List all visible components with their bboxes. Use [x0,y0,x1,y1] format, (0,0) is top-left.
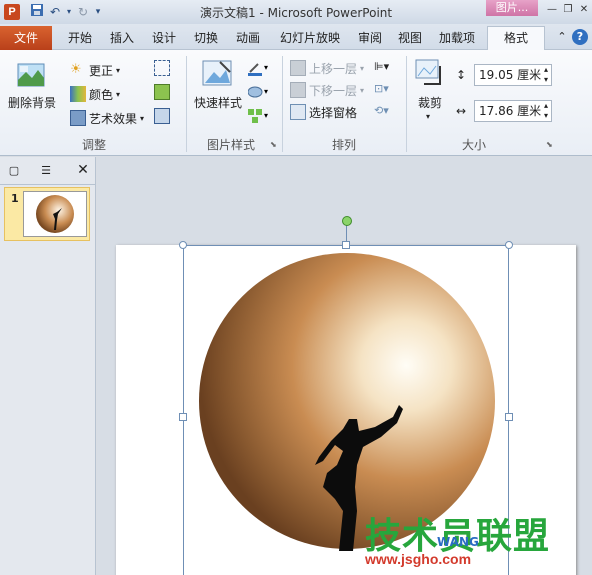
rotate-icon[interactable]: ⟲▾ [374,104,398,120]
picture-effects-icon[interactable]: ▾ [247,84,270,100]
width-value: 17.86 厘米 [479,104,542,118]
bring-forward-button[interactable]: 上移一层 ▾ [290,58,364,78]
selection-pane-button[interactable]: 选择窗格 [290,102,357,122]
tab-format[interactable]: 格式 [487,26,545,51]
artistic-effects-label: 艺术效果 [89,111,138,126]
watermark-url: www.jsgho.com [365,551,472,567]
arrange-group-label: 排列 [331,138,356,152]
tab-slideshow[interactable]: 幻灯片放映 [272,28,348,48]
quick-styles-icon[interactable] [200,58,234,90]
picture-styles-dialog-launcher-icon[interactable]: ⬊ [270,140,278,149]
picture-styles-group-label: 图片样式 [206,138,255,152]
reset-picture-icon[interactable] [154,108,170,124]
picture-layout-icon[interactable]: ▾ [248,108,270,124]
width-input[interactable]: 17.86 厘米 ▴ ▾ [474,100,552,122]
outline-tab-icon[interactable]: ☰ [36,162,56,180]
tab-view[interactable]: 视图 [392,28,428,48]
sun-icon: ☀ [70,62,82,77]
restore-icon[interactable]: ❐ [561,3,575,17]
artistic-effects-icon [70,110,86,126]
color-label: 颜色 [89,87,114,102]
svg-text:▾: ▾ [264,87,268,96]
tab-transitions[interactable]: 切换 [188,28,224,48]
group-objects-icon[interactable]: ⊡▾ [374,82,398,98]
quick-styles-button[interactable]: 快速样式 [190,94,246,111]
width-spinner-icon[interactable]: ▴ ▾ [544,101,548,121]
picture-tools-context-label: 图片... [486,0,538,16]
tab-home[interactable]: 开始 [62,28,98,48]
send-backward-label: 下移一层 [309,83,358,98]
width-icon: ↔ [456,104,467,118]
crop-icon[interactable] [414,58,448,90]
redo-icon[interactable]: ↻ [74,3,92,21]
slide-editor: 技术员联盟 WANG www.jsgho.com [97,157,592,575]
size-group-label: 大小 [461,138,486,152]
height-input[interactable]: 19.05 厘米 ▴ ▾ [474,64,552,86]
color-palette-icon [70,86,86,102]
resize-handle-left[interactable] [179,413,187,421]
align-icon[interactable]: ⊫▾ [374,60,398,76]
artistic-effects-button[interactable]: 艺术效果 ▾ [70,108,144,128]
bring-forward-icon [290,60,306,76]
height-spinner-icon[interactable]: ▴ ▾ [544,65,548,85]
ribbon-format: 删除背景 ☀ 更正 ▾ 颜色 ▾ 艺术效果 ▾ 调整 快速样式 ▾ ▾ ▾ 图片样式 … [0,50,592,156]
size-dialog-launcher-icon[interactable]: ⬊ [546,140,554,149]
remove-background-icon[interactable] [16,60,46,90]
tab-animations[interactable]: 动画 [230,28,266,48]
slide-number: 1 [11,192,19,205]
resize-handle-top-right[interactable] [505,241,513,249]
close-icon[interactable]: ✕ [577,3,591,17]
height-icon: ↕ [456,68,467,82]
tab-insert[interactable]: 插入 [104,28,140,48]
change-picture-icon[interactable] [154,84,170,100]
help-icon[interactable]: ? [572,29,588,45]
slides-pane: ▢ ☰ ✕ 1 [0,157,96,575]
height-value: 19.05 厘米 [479,68,542,82]
corrections-button[interactable]: ☀ 更正 ▾ [70,60,120,80]
adjust-group-label: 调整 [81,138,106,152]
selection-pane-label: 选择窗格 [309,105,358,120]
ribbon-divider [282,56,283,152]
resize-handle-top-left[interactable] [179,241,187,249]
undo-dropdown-icon[interactable]: ▾ [64,3,74,21]
save-icon[interactable] [28,3,46,21]
svg-text:▾: ▾ [264,111,268,120]
remove-background-button[interactable]: 删除背景 [4,94,60,111]
bring-forward-label: 上移一层 [309,61,358,76]
minimize-icon[interactable]: — [545,3,559,17]
tab-addins[interactable]: 加载项 [432,28,482,48]
slide-thumbnail-item[interactable]: 1 [4,187,90,241]
selection-pane-icon [290,104,306,120]
tab-review[interactable]: 审阅 [352,28,388,48]
svg-text:▾: ▾ [264,63,268,72]
resize-handle-top[interactable] [342,241,350,249]
slide-thumbnail[interactable] [23,191,87,237]
crop-dropdown-icon[interactable]: ▾ [426,112,430,121]
quick-access-toolbar: P ↶ ▾ ↻ ▾ [4,3,104,21]
window-title: 演示文稿1 - Microsoft PowerPoint [200,6,393,20]
corrections-label: 更正 [89,63,114,78]
send-backward-icon [290,82,306,98]
ribbon-divider [186,56,187,152]
collapse-ribbon-icon[interactable]: ⌃ [554,29,570,45]
undo-icon[interactable]: ↶ [46,3,64,21]
send-backward-button[interactable]: 下移一层 ▾ [290,80,364,100]
slides-tab-icon[interactable]: ▢ [4,162,24,180]
rotate-handle[interactable] [342,216,352,226]
ribbon-tab-bar: 文件 开始 插入 设计 切换 动画 幻灯片放映 审阅 视图 加载项 格式 ⌃ ? [0,24,592,51]
compress-pictures-icon[interactable] [154,60,170,76]
pane-tabs: ▢ ☰ ✕ [0,157,95,185]
crop-button[interactable]: 裁剪 [410,94,450,111]
ribbon-divider [406,56,407,152]
picture-border-icon[interactable]: ▾ [248,60,270,76]
tab-design[interactable]: 设计 [146,28,182,48]
customize-qat-icon[interactable]: ▾ [92,3,104,21]
tab-file[interactable]: 文件 [0,26,52,50]
powerpoint-app-icon[interactable]: P [4,4,20,20]
watermark-subtext: WANG [437,535,479,549]
close-pane-icon[interactable]: ✕ [74,161,92,179]
color-button[interactable]: 颜色 ▾ [70,84,120,104]
title-bar: P ↶ ▾ ↻ ▾ 演示文稿1 - Microsoft PowerPoint 图… [0,0,592,24]
resize-handle-right[interactable] [505,413,513,421]
